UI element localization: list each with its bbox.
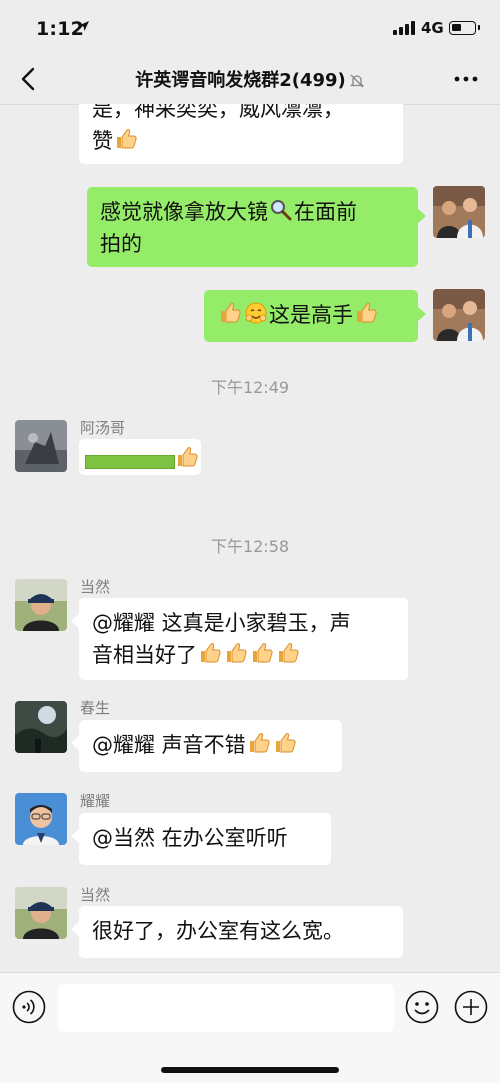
message-text: @耀耀 声音不错 (92, 733, 246, 757)
avatar[interactable] (433, 289, 485, 341)
thumbs-up-icon (114, 127, 138, 151)
voice-icon[interactable] (12, 990, 46, 1024)
message-text: 很好了，办公室有这么宽。 (92, 919, 344, 943)
sender-name: 春生 (80, 699, 111, 717)
signal-icon (393, 21, 415, 35)
message-text-line: 感觉就像拿放大镜 (100, 200, 268, 224)
more-icon[interactable] (450, 64, 482, 94)
thumbs-up-icon (250, 641, 274, 665)
emoji-icon[interactable] (405, 990, 439, 1024)
message-text: 这是高手 (269, 303, 353, 327)
sender-name: 当然 (80, 578, 111, 596)
message-bubble[interactable]: 很好了，办公室有这么宽。 (79, 906, 403, 958)
network-type: 4G (421, 19, 444, 37)
magnifier-icon (271, 200, 292, 221)
avatar[interactable] (15, 420, 67, 472)
message-bubble[interactable]: @耀耀 声音不错 (79, 720, 342, 772)
sender-name: 当然 (80, 886, 111, 904)
input-bar (0, 972, 500, 1083)
chat-message-list[interactable]: 是，神采奕奕，威风凛凛， 赞 感觉就像拿放大镜 在面前 拍的 这是高手 下午12:… (0, 104, 500, 972)
sender-name: 耀耀 (80, 792, 111, 810)
timestamp: 下午12:58 (210, 537, 290, 556)
plus-icon[interactable] (454, 990, 488, 1024)
thumbs-up-icon (273, 731, 297, 755)
thumbs-up-icon (175, 445, 199, 469)
message-text: @当然 在办公室听听 (92, 826, 288, 850)
mute-bell-icon (349, 74, 364, 88)
message-input[interactable] (58, 984, 394, 1032)
timestamp: 下午12:49 (210, 378, 290, 397)
avatar[interactable] (15, 579, 67, 631)
message-text-line: @耀耀 这真是小家碧玉，声 (92, 611, 351, 635)
message-text-line: 音相当好了 (92, 643, 197, 667)
chat-title-text: 许英谔音响发烧群2(499) (135, 70, 346, 91)
avatar[interactable] (15, 793, 67, 845)
message-bubble[interactable] (79, 439, 201, 475)
home-indicator (161, 1067, 339, 1073)
message-bubble[interactable]: 感觉就像拿放大镜 在面前 拍的 (87, 187, 418, 267)
thumbs-up-icon (276, 641, 300, 665)
status-time: 1:12 (36, 18, 85, 40)
thumbs-up-icon (218, 301, 242, 325)
message-text-line: 是，神采奕奕，威风凛凛， (92, 104, 344, 121)
chat-header: 许英谔音响发烧群2(499) (0, 56, 500, 105)
status-bar: 1:12 4G (0, 0, 500, 56)
battery-icon (449, 21, 476, 35)
hug-face-icon (245, 302, 267, 324)
sender-name: 阿汤哥 (80, 419, 126, 437)
avatar[interactable] (433, 186, 485, 238)
message-bubble[interactable]: @当然 在办公室听听 (79, 813, 331, 865)
chat-title: 许英谔音响发烧群2(499) (80, 66, 420, 92)
green-bar-icon (85, 455, 175, 469)
avatar[interactable] (15, 887, 67, 939)
message-bubble[interactable]: @耀耀 这真是小家碧玉，声 音相当好了 (79, 598, 408, 680)
message-text-line: 拍的 (100, 232, 142, 256)
location-arrow-icon (79, 21, 89, 31)
message-bubble[interactable]: 是，神采奕奕，威风凛凛， 赞 (79, 104, 403, 164)
thumbs-up-icon (224, 641, 248, 665)
message-bubble[interactable]: 这是高手 (204, 290, 418, 342)
message-text-line: 赞 (92, 129, 113, 153)
thumbs-up-icon (247, 731, 271, 755)
message-text-line: 在面前 (294, 200, 357, 224)
back-icon[interactable] (14, 64, 44, 94)
avatar[interactable] (15, 701, 67, 753)
thumbs-up-icon (354, 301, 378, 325)
thumbs-up-icon (198, 641, 222, 665)
